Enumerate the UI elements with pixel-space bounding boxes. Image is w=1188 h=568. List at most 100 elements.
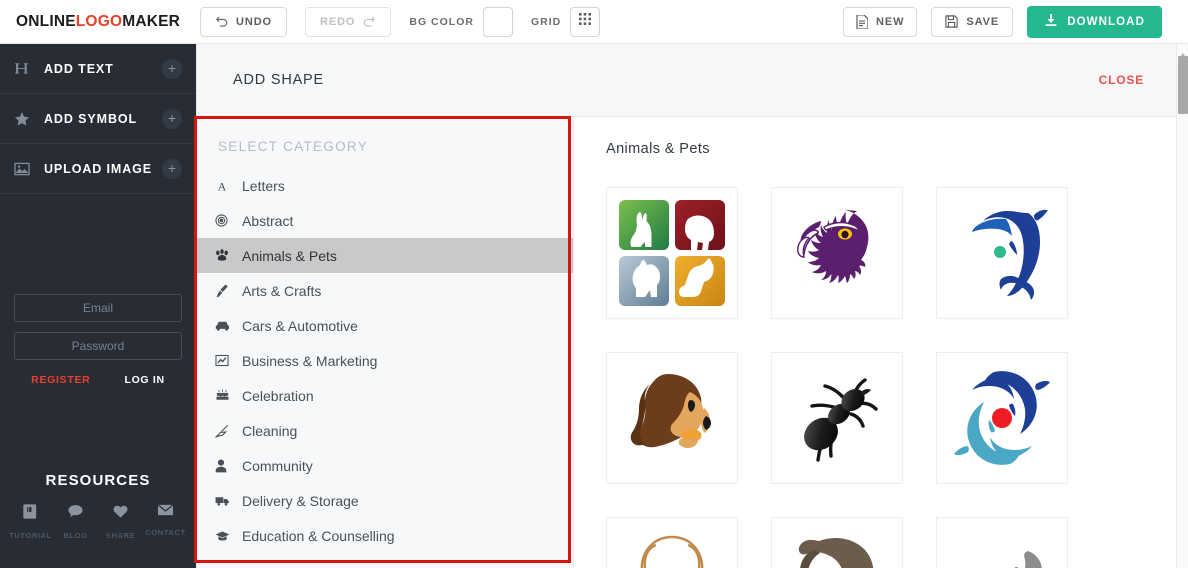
logo-maker-app: ONLINELOGOMAKER UNDO REDO BG COLOR GRID …: [0, 0, 1188, 568]
sidebar-label-add-text: ADD TEXT: [44, 61, 114, 76]
shape-outline-dog-head[interactable]: [606, 517, 738, 568]
panel-title: ADD SHAPE: [233, 72, 324, 88]
redo-button[interactable]: REDO: [305, 6, 392, 37]
shape-purple-eagle-head[interactable]: [771, 187, 903, 319]
category-item-business-marketing[interactable]: Business & Marketing: [197, 343, 573, 378]
category-label-letters: Letters: [242, 177, 285, 194]
grid-label: GRID: [530, 15, 562, 28]
register-link[interactable]: REGISTER: [31, 374, 90, 386]
sidebar-label-add-symbol: ADD SYMBOL: [44, 111, 138, 126]
category-column: SELECT CATEGORY A Letters Abstract Anima…: [194, 116, 574, 568]
category-item-abstract[interactable]: Abstract: [197, 203, 573, 238]
grid-toggle-button[interactable]: [570, 6, 601, 37]
scrollbar-up-arrow[interactable]: [1179, 46, 1187, 59]
truck-icon: [215, 495, 237, 507]
resource-blog[interactable]: BLOG: [53, 503, 98, 540]
svg-text:A: A: [218, 179, 227, 193]
download-button[interactable]: DOWNLOAD: [1027, 5, 1162, 38]
auth-form: REGISTER LOG IN: [0, 294, 196, 386]
category-item-cleaning[interactable]: Cleaning: [197, 413, 573, 448]
resource-contact[interactable]: CONTACT: [143, 503, 188, 540]
shape-lion-head[interactable]: [606, 352, 738, 484]
grid-icon: [578, 12, 592, 31]
file-actions-group: NEW SAVE DOWNLOAD: [843, 5, 1188, 38]
broom-icon: [215, 424, 237, 438]
heart-icon: [112, 503, 129, 525]
resources-section: RESOURCES TUTORIAL BLOG SHARE CONTACT: [0, 472, 196, 540]
grid-control: GRID: [530, 6, 601, 37]
category-item-celebration[interactable]: Celebration: [197, 378, 573, 413]
category-item-letters[interactable]: A Letters: [197, 168, 573, 203]
graduation-cap-icon: [215, 530, 237, 542]
add-text-plus-button[interactable]: +: [162, 58, 182, 79]
resources-title: RESOURCES: [45, 472, 151, 489]
shape-bird[interactable]: [936, 517, 1068, 568]
shape-blue-dolphin[interactable]: [936, 187, 1068, 319]
scrollbar-thumb[interactable]: [1178, 56, 1188, 114]
undo-icon: [215, 15, 228, 28]
category-item-cars-automotive[interactable]: Cars & Automotive: [197, 308, 573, 343]
password-field[interactable]: [14, 332, 182, 360]
paw-icon: [215, 249, 237, 262]
text-h-icon: [14, 61, 36, 76]
new-label: NEW: [876, 15, 905, 28]
resource-tutorial[interactable]: TUTORIAL: [8, 503, 53, 540]
undo-button[interactable]: UNDO: [200, 6, 287, 37]
sidebar-label-upload-image: UPLOAD IMAGE: [44, 161, 153, 176]
category-label-arts-crafts: Arts & Crafts: [242, 282, 322, 299]
resources-row: TUTORIAL BLOG SHARE CONTACT: [0, 503, 196, 540]
category-item-delivery-storage[interactable]: Delivery & Storage: [197, 483, 573, 518]
category-label-abstract: Abstract: [242, 212, 294, 229]
category-item-community[interactable]: Community: [197, 448, 573, 483]
paintbrush-icon: [215, 284, 237, 298]
bg-color-swatch[interactable]: [482, 6, 513, 37]
login-link[interactable]: LOG IN: [124, 374, 164, 386]
email-field[interactable]: [14, 294, 182, 322]
person-icon: [215, 459, 237, 473]
circle-target-icon: [215, 214, 237, 227]
bg-color-label: BG COLOR: [409, 15, 474, 28]
redo-label: REDO: [320, 15, 356, 28]
panel-header: ADD SHAPE CLOSE: [197, 44, 1176, 117]
floppy-disk-icon: [945, 15, 958, 28]
resource-share-label: SHARE: [105, 531, 136, 540]
sidebar-item-add-symbol[interactable]: ADD SYMBOL +: [0, 94, 196, 144]
shape-black-ant[interactable]: [771, 352, 903, 484]
brand-logo[interactable]: ONLINELOGOMAKER: [0, 13, 200, 31]
select-category-header: SELECT CATEGORY: [218, 139, 369, 154]
sidebar-item-upload-image[interactable]: UPLOAD IMAGE +: [0, 144, 196, 194]
resource-blog-label: BLOG: [63, 531, 88, 540]
bg-color-control: BG COLOR: [409, 6, 513, 37]
category-label-animals-pets: Animals & Pets: [242, 247, 337, 264]
undo-label: UNDO: [236, 15, 272, 28]
category-item-arts-crafts[interactable]: Arts & Crafts: [197, 273, 573, 308]
category-item-animals-pets[interactable]: Animals & Pets: [197, 238, 573, 273]
category-label-education-counselling: Education & Counselling: [242, 527, 395, 544]
close-button[interactable]: CLOSE: [1099, 73, 1144, 87]
save-button[interactable]: SAVE: [931, 6, 1014, 37]
shape-four-animal-squares[interactable]: [606, 187, 738, 319]
category-item-education-counselling[interactable]: Education & Counselling: [197, 518, 573, 553]
add-symbol-plus-button[interactable]: +: [162, 108, 182, 129]
book-icon: [22, 503, 39, 525]
envelope-icon: [157, 503, 174, 522]
shape-two-dolphins-circle[interactable]: [936, 352, 1068, 484]
sidebar-item-add-text[interactable]: ADD TEXT +: [0, 44, 196, 94]
new-button[interactable]: NEW: [843, 6, 918, 37]
upload-image-plus-button[interactable]: +: [162, 158, 182, 179]
category-label-community: Community: [242, 457, 313, 474]
chart-line-icon: [215, 354, 237, 367]
car-icon: [215, 320, 237, 332]
page-scrollbar[interactable]: [1176, 44, 1188, 568]
category-label-delivery-storage: Delivery & Storage: [242, 492, 359, 509]
document-icon: [856, 14, 869, 29]
top-toolbar: ONLINELOGOMAKER UNDO REDO BG COLOR GRID …: [0, 0, 1188, 44]
resource-share[interactable]: SHARE: [98, 503, 143, 540]
shape-elephant-head[interactable]: [771, 517, 903, 568]
shape-results-column: Animals & Pets: [574, 117, 1176, 568]
edit-actions-group: UNDO REDO BG COLOR GRID: [200, 6, 601, 37]
brand-part-maker: MAKER: [122, 12, 181, 30]
panel-body: SELECT CATEGORY A Letters Abstract Anima…: [194, 116, 1176, 568]
category-label-business-marketing: Business & Marketing: [242, 352, 378, 369]
redo-icon: [363, 15, 376, 28]
